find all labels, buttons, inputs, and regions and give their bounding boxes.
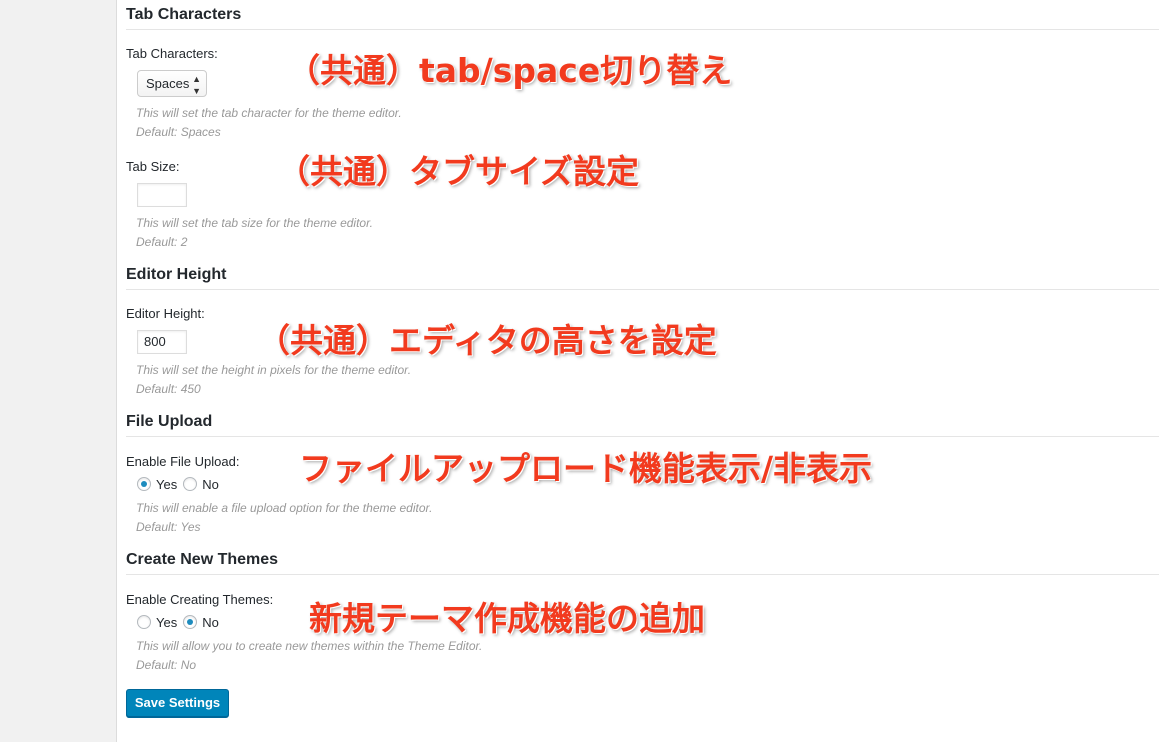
section-title-editor-height: Editor Height bbox=[126, 266, 227, 283]
tab-characters-select-value: Spaces bbox=[146, 76, 190, 91]
section-title-tab-characters: Tab Characters bbox=[126, 6, 242, 23]
tab-characters-default: Default: Spaces bbox=[136, 125, 221, 139]
annotation-create-themes: 新規テーマ作成機能の追加 bbox=[309, 599, 705, 638]
tab-size-label: Tab Size: bbox=[126, 159, 180, 174]
file-upload-no-label[interactable]: No bbox=[202, 477, 219, 492]
section-title-create-themes: Create New Themes bbox=[126, 551, 279, 568]
tab-size-description: This will set the tab size for the theme… bbox=[136, 216, 373, 230]
create-themes-label: Enable Creating Themes: bbox=[126, 592, 274, 607]
create-themes-no-radio[interactable] bbox=[183, 614, 198, 629]
file-upload-description: This will enable a file upload option fo… bbox=[136, 501, 433, 515]
annotation-tab-size: （共通）タブサイズ設定 bbox=[277, 152, 640, 191]
annotation-file-upload: ファイルアップロード機能表示/非表示 bbox=[299, 449, 873, 488]
tab-size-input[interactable] bbox=[137, 183, 187, 207]
file-upload-no-radio[interactable] bbox=[183, 476, 198, 491]
tab-characters-description: This will set the tab character for the … bbox=[136, 106, 402, 120]
create-themes-default: Default: No bbox=[136, 658, 197, 672]
annotation-tab-space: （共通）tab/space切り替え bbox=[287, 51, 733, 90]
tab-characters-label: Tab Characters: bbox=[126, 46, 218, 61]
file-upload-yes-radio[interactable] bbox=[137, 476, 151, 491]
section-title-file-upload: File Upload bbox=[126, 413, 213, 430]
editor-height-description: This will set the height in pixels for t… bbox=[136, 363, 412, 377]
section-divider bbox=[126, 289, 1159, 290]
section-divider bbox=[126, 29, 1159, 30]
file-upload-radio-group: Yes No bbox=[137, 476, 225, 494]
create-themes-radio-group: Yes No bbox=[137, 614, 225, 632]
editor-height-label: Editor Height: bbox=[126, 306, 205, 321]
settings-content: Tab Characters Tab Characters: Spaces ▲ ▼… bbox=[117, 0, 1159, 742]
annotation-editor-height: （共通）エディタの高さを設定 bbox=[257, 321, 717, 360]
editor-height-input[interactable]: 800 bbox=[137, 330, 187, 354]
tab-characters-select[interactable]: Spaces ▲ ▼ bbox=[137, 70, 207, 97]
create-themes-yes-radio[interactable] bbox=[137, 614, 151, 629]
page: Tab Characters Tab Characters: Spaces ▲ ▼… bbox=[0, 0, 1159, 742]
tab-size-default: Default: 2 bbox=[136, 235, 188, 249]
save-settings-button[interactable]: Save Settings bbox=[126, 689, 229, 717]
select-arrows-icon: ▲ ▼ bbox=[192, 74, 201, 96]
file-upload-default: Default: Yes bbox=[136, 520, 201, 534]
section-divider bbox=[126, 574, 1159, 575]
admin-sidebar bbox=[0, 0, 117, 742]
create-themes-yes-label[interactable]: Yes bbox=[156, 615, 177, 630]
file-upload-yes-label[interactable]: Yes bbox=[156, 477, 177, 492]
file-upload-label: Enable File Upload: bbox=[126, 454, 240, 469]
create-themes-no-label[interactable]: No bbox=[202, 615, 219, 630]
editor-height-default: Default: 450 bbox=[136, 382, 201, 396]
section-divider bbox=[126, 436, 1159, 437]
